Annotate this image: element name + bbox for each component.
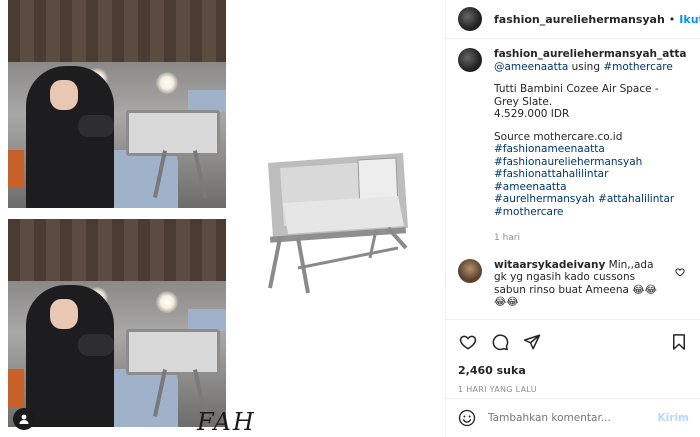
- hashtag-link[interactable]: #aurelhermansyah: [494, 193, 595, 205]
- post-timestamp[interactable]: 1 HARI YANG LALU: [446, 377, 700, 394]
- product-name: Tutti Bambini Cozee Air Space - Grey Sla…: [494, 83, 659, 108]
- post-comment-button[interactable]: Kirim: [658, 412, 689, 424]
- post-photo-top: [8, 0, 226, 208]
- avatar[interactable]: [458, 7, 482, 31]
- caption-timestamp[interactable]: 1 hari: [494, 232, 684, 245]
- watermark-logo: FAH: [197, 408, 256, 436]
- comment-username[interactable]: witaarsykadeivany: [494, 259, 605, 271]
- hashtag-link[interactable]: #fashionameenaatta: [494, 143, 605, 155]
- user-tag-icon[interactable]: [13, 408, 35, 430]
- mention-link[interactable]: @ameenaatta: [494, 61, 568, 73]
- post-actions: 2,460 suka 1 HARI YANG LALU: [446, 319, 700, 410]
- hashtag-link[interactable]: #ameenaatta: [494, 181, 567, 193]
- product-cot-image: [268, 153, 408, 294]
- caption-using-text: using: [568, 60, 604, 73]
- caption-avatar[interactable]: [458, 48, 482, 72]
- comments-list[interactable]: fashion_aureliehermansyah_atta @ameenaat…: [446, 48, 700, 320]
- post-photo-bottom: [8, 219, 226, 427]
- comment-icon[interactable]: [490, 332, 510, 352]
- comment-avatar[interactable]: [458, 258, 482, 283]
- header-username[interactable]: fashion_aureliehermansyah: [494, 13, 665, 26]
- comment-like-icon[interactable]: [675, 267, 685, 280]
- hashtag-link[interactable]: #mothercare: [494, 206, 564, 218]
- separator-dot: •: [668, 12, 676, 26]
- comment-input[interactable]: [488, 412, 658, 424]
- follow-button[interactable]: Ikuti: [679, 13, 700, 26]
- hashtag-link[interactable]: #fashionattahalilintar: [494, 168, 608, 180]
- post-media[interactable]: FAH: [0, 0, 445, 437]
- hashtag-link[interactable]: #mothercare: [603, 61, 673, 73]
- post-sidebar: fashion_aureliehermansyah • Ikuti fashio…: [445, 0, 700, 437]
- likes-count[interactable]: 2,460 suka: [446, 354, 700, 377]
- comment-item: witaarsykadeivany Min,,ada gk yg ngasih …: [446, 258, 700, 309]
- hashtag-link[interactable]: #fashionaureliehermansyah: [494, 156, 642, 168]
- share-icon[interactable]: [522, 332, 542, 352]
- bookmark-icon[interactable]: [669, 332, 689, 352]
- heart-icon[interactable]: [458, 332, 478, 352]
- hashtag-list: #fashionameenaatta #fashionaurelieherman…: [494, 143, 684, 218]
- add-comment-bar: Kirim: [446, 398, 700, 437]
- hashtag-link[interactable]: #attahalilintar: [598, 193, 674, 205]
- emoji-icon[interactable]: [458, 409, 476, 427]
- source-text: Source mothercare.co.id: [494, 130, 623, 143]
- caption: fashion_aureliehermansyah_atta @ameenaat…: [446, 48, 700, 245]
- caption-username[interactable]: fashion_aureliehermansyah_atta: [494, 48, 687, 60]
- product-price: 4.529.000 IDR: [494, 108, 570, 120]
- post-header: fashion_aureliehermansyah • Ikuti: [446, 0, 700, 39]
